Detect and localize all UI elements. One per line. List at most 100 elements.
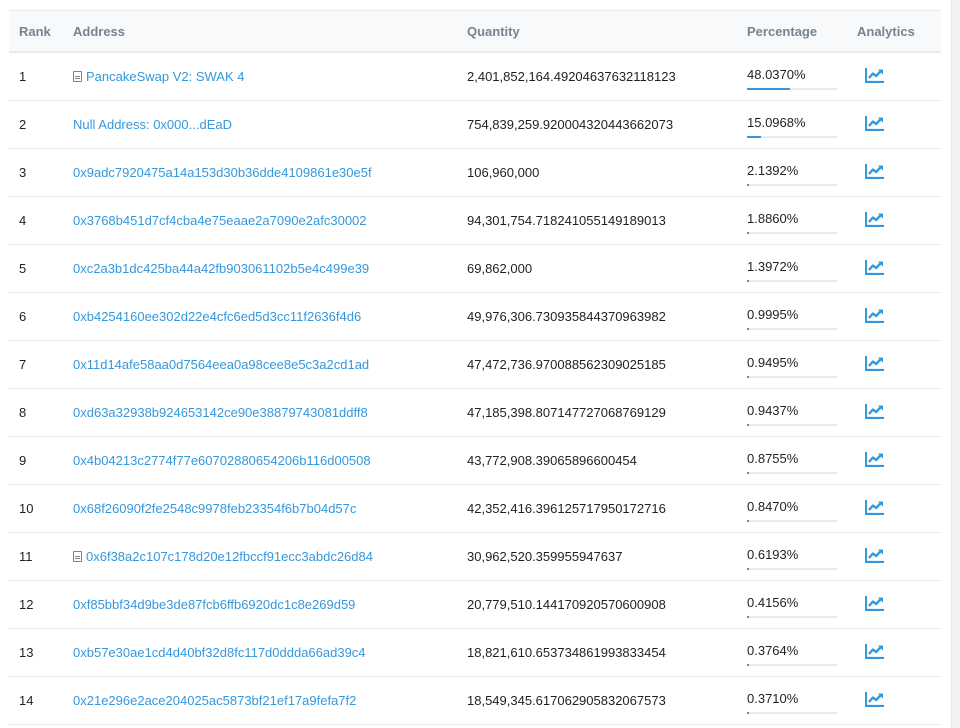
analytics-cell [847, 148, 941, 197]
percentage-cell: 1.3972% [737, 244, 847, 293]
quantity-cell: 20,779,510.144170920570600908 [457, 580, 737, 629]
chart-line-icon[interactable] [864, 499, 885, 518]
address-link[interactable]: Null Address: 0x000...dEaD [73, 117, 232, 132]
quantity-value: 42,352,416.396125717950172716 [467, 501, 666, 516]
address-link[interactable]: 0x68f26090f2fe2548c9978feb23354f6b7b04d5… [73, 501, 356, 516]
quantity-value: 18,821,610.653734861993833454 [467, 645, 666, 660]
table-header: Rank Address Quantity Percentage Analyti… [9, 10, 941, 52]
rank-value: 13 [19, 645, 34, 660]
rank-value: 4 [19, 213, 27, 228]
percentage-progress-fill [747, 520, 749, 522]
quantity-cell: 754,839,259.920004320443662073 [457, 100, 737, 149]
token-holders-table: Rank Address Quantity Percentage Analyti… [9, 10, 941, 725]
rank-value: 3 [19, 165, 27, 180]
percentage-value: 1.8860% [747, 211, 799, 226]
page-scrollbar[interactable] [951, 0, 960, 728]
address-link[interactable]: 0xb4254160ee302d22e4cfc6ed5d3cc11f2636f4… [73, 309, 361, 324]
quantity-cell: 94,301,754.718241055149189013 [457, 196, 737, 245]
address-link[interactable]: 0x4b04213c2774f77e60702880654206b116d005… [73, 453, 371, 468]
rank-cell: 7 [9, 340, 63, 389]
percentage-value: 48.0370% [747, 67, 806, 82]
address-link[interactable]: 0x6f38a2c107c178d20e12fbccf91ecc3abdc26d… [86, 549, 373, 564]
quantity-value: 69,862,000 [467, 261, 533, 276]
token-holders-table-container: Rank Address Quantity Percentage Analyti… [9, 10, 941, 725]
chart-line-icon[interactable] [864, 355, 885, 374]
quantity-value: 106,960,000 [467, 165, 540, 180]
rank-cell: 5 [9, 244, 63, 293]
table-row: 3 0x9adc7920475a14a153d30b36dde4109861e3… [9, 148, 941, 197]
table-row: 2 Null Address: 0x000...dEaD 754,839,259… [9, 100, 941, 149]
quantity-cell: 42,352,416.396125717950172716 [457, 484, 737, 533]
address-link[interactable]: 0x9adc7920475a14a153d30b36dde4109861e30e… [73, 165, 372, 180]
chart-line-icon[interactable] [864, 595, 885, 614]
percentage-value: 0.9995% [747, 307, 799, 322]
percentage-cell: 0.9437% [737, 388, 847, 437]
quantity-cell: 30,962,520.359955947637 [457, 532, 737, 581]
chart-line-icon[interactable] [864, 67, 885, 86]
percentage-progress-bar [747, 664, 837, 666]
percentage-progress-bar [747, 520, 837, 522]
header-percentage: Percentage [747, 23, 818, 39]
percentage-cell: 0.6193% [737, 532, 847, 581]
rank-value: 2 [19, 117, 27, 132]
rank-value: 12 [19, 597, 34, 612]
chart-line-icon[interactable] [864, 691, 885, 710]
percentage-progress-fill [747, 280, 749, 282]
percentage-progress-bar [747, 88, 837, 90]
chart-line-icon[interactable] [864, 163, 885, 182]
chart-line-icon[interactable] [864, 547, 885, 566]
file-contract-icon [73, 71, 82, 82]
chart-line-icon[interactable] [864, 259, 885, 278]
chart-line-icon[interactable] [864, 451, 885, 470]
chart-line-icon[interactable] [864, 643, 885, 662]
percentage-value: 0.3710% [747, 691, 799, 706]
rank-cell: 11 [9, 532, 63, 581]
address-cell: 0x21e296e2ace204025ac5873bf21ef17a9fefa7… [63, 676, 457, 725]
chart-line-icon[interactable] [864, 211, 885, 230]
percentage-progress-bar [747, 472, 837, 474]
percentage-cell: 0.3710% [737, 676, 847, 725]
percentage-progress-fill [747, 712, 749, 714]
percentage-cell: 0.8755% [737, 436, 847, 485]
percentage-progress-fill [747, 376, 749, 378]
table-row: 7 0x11d14afe58aa0d7564eea0a98cee8e5c3a2c… [9, 340, 941, 389]
address-cell: 0xf85bbf34d9be3de87fcb6ffb6920dc1c8e269d… [63, 580, 457, 629]
percentage-progress-bar [747, 136, 837, 138]
analytics-cell [847, 580, 941, 629]
table-row: 1 PancakeSwap V2: SWAK 4 2,401,852,164.4… [9, 52, 941, 101]
percentage-progress-fill [747, 328, 749, 330]
percentage-cell: 48.0370% [737, 52, 847, 101]
percentage-value: 1.3972% [747, 259, 799, 274]
rank-cell: 3 [9, 148, 63, 197]
quantity-value: 43,772,908.39065896600454 [467, 453, 637, 468]
address-link[interactable]: 0xc2a3b1dc425ba44a42fb903061102b5e4c499e… [73, 261, 369, 276]
address-link[interactable]: 0xf85bbf34d9be3de87fcb6ffb6920dc1c8e269d… [73, 597, 355, 612]
chart-line-icon[interactable] [864, 403, 885, 422]
percentage-progress-bar [747, 280, 837, 282]
percentage-cell: 0.3764% [737, 628, 847, 677]
chart-line-icon[interactable] [864, 307, 885, 326]
address-cell: 0xb57e30ae1cd4d40bf32d8fc117d0ddda66ad39… [63, 628, 457, 677]
address-link[interactable]: 0x21e296e2ace204025ac5873bf21ef17a9fefa7… [73, 693, 356, 708]
address-link[interactable]: 0x11d14afe58aa0d7564eea0a98cee8e5c3a2cd1… [73, 357, 369, 372]
header-analytics: Analytics [857, 23, 915, 39]
address-cell: 0x3768b451d7cf4cba4e75eaae2a7090e2afc300… [63, 196, 457, 245]
address-link[interactable]: 0xd63a32938b924653142ce90e38879743081ddf… [73, 405, 368, 420]
rank-cell: 6 [9, 292, 63, 341]
analytics-cell [847, 628, 941, 677]
address-link[interactable]: 0x3768b451d7cf4cba4e75eaae2a7090e2afc300… [73, 213, 367, 228]
percentage-progress-fill [747, 568, 749, 570]
rank-cell: 14 [9, 676, 63, 725]
percentage-progress-fill [747, 664, 749, 666]
percentage-cell: 1.8860% [737, 196, 847, 245]
percentage-cell: 0.8470% [737, 484, 847, 533]
address-link[interactable]: PancakeSwap V2: SWAK 4 [86, 69, 245, 84]
table-row: 10 0x68f26090f2fe2548c9978feb23354f6b7b0… [9, 484, 941, 533]
table-row: 12 0xf85bbf34d9be3de87fcb6ffb6920dc1c8e2… [9, 580, 941, 629]
address-link[interactable]: 0xb57e30ae1cd4d40bf32d8fc117d0ddda66ad39… [73, 645, 366, 660]
rank-value: 6 [19, 309, 27, 324]
chart-line-icon[interactable] [864, 115, 885, 134]
address-cell: 0x6f38a2c107c178d20e12fbccf91ecc3abdc26d… [63, 532, 457, 581]
address-cell: PancakeSwap V2: SWAK 4 [63, 52, 457, 101]
quantity-cell: 69,862,000 [457, 244, 737, 293]
